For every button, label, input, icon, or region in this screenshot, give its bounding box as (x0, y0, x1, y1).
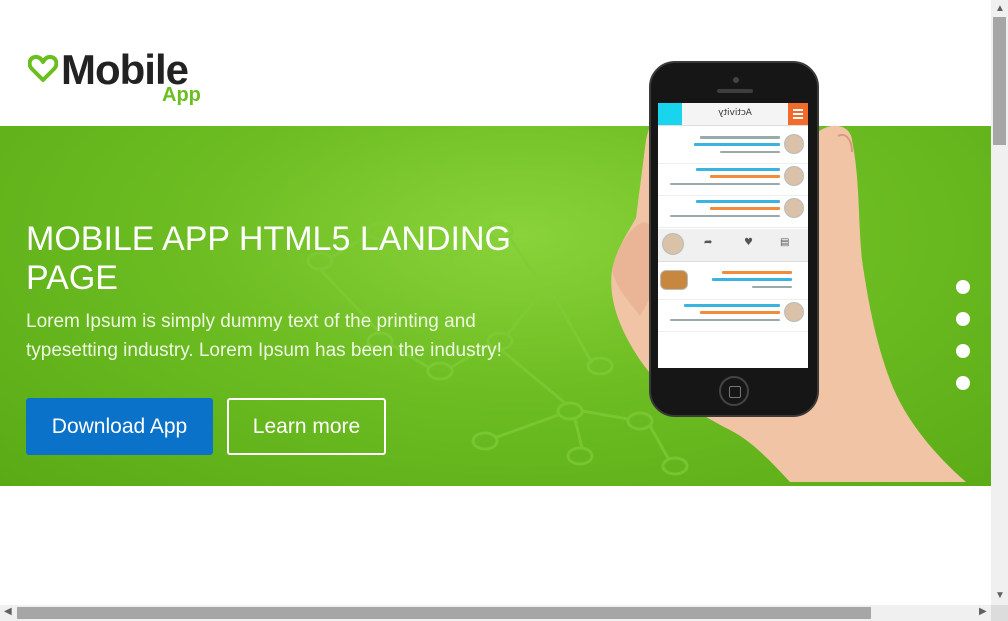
burger-image (660, 270, 688, 290)
phone-home-button (719, 376, 749, 406)
text-line (712, 278, 792, 281)
heart-icon (28, 54, 58, 82)
text-line (670, 215, 780, 217)
scroll-down-icon[interactable]: ▼ (995, 590, 1005, 601)
scrollbar-corner (991, 605, 1008, 621)
text-line (700, 311, 780, 314)
scroll-left-icon[interactable]: ◀ (4, 606, 12, 617)
text-line (710, 207, 780, 210)
text-line (722, 271, 792, 274)
avatar (662, 233, 684, 255)
logo[interactable]: Mobile App (28, 46, 228, 112)
hero-description: Lorem Ipsum is simply dummy text of the … (26, 311, 502, 361)
text-line (694, 143, 780, 146)
text-line (720, 151, 780, 153)
text-line (670, 319, 780, 321)
text-line (670, 183, 780, 185)
menu-icon (788, 103, 808, 125)
text-line (696, 200, 780, 203)
activity-item (658, 295, 808, 332)
vertical-scrollbar[interactable]: ▲ ▼ (991, 0, 1008, 605)
landing-page: Mobile App MOBILE APP HTML5 LANDING PAGE… (0, 0, 991, 605)
comment-icon: ▤ (780, 237, 790, 248)
logo-subtitle: App (162, 84, 201, 106)
phone-app-header: Activity (658, 103, 808, 126)
phone-screen-title: Activity (718, 108, 752, 118)
header-accent (658, 103, 682, 125)
scroll-right-icon[interactable]: ▶ (979, 606, 987, 617)
learn-more-button[interactable]: Learn more (227, 398, 386, 455)
text-line (700, 136, 780, 139)
vertical-scroll-thumb[interactable] (993, 17, 1006, 145)
text-line (696, 168, 780, 171)
avatar (784, 134, 804, 154)
avatar (784, 166, 804, 186)
download-app-button[interactable]: Download App (26, 398, 213, 455)
activity-item (658, 191, 808, 228)
avatar (784, 302, 804, 322)
phone-camera (733, 77, 739, 83)
horizontal-scrollbar[interactable]: ◀ ▶ (0, 605, 991, 621)
share-icon: ➦ (704, 237, 713, 248)
phone-speaker (717, 89, 753, 93)
heart-icon: ♥ (744, 237, 753, 248)
horizontal-scroll-thumb[interactable] (17, 607, 871, 619)
scroll-up-icon[interactable]: ▲ (995, 3, 1005, 14)
text-line (710, 175, 780, 178)
phone-screen: Activity ➦ ♥ ▤ (658, 103, 808, 368)
hero-headline: MOBILE APP HTML5 LANDING PAGE (26, 220, 511, 297)
text-line (752, 286, 792, 288)
text-line (684, 304, 780, 307)
action-bar: ➦ ♥ ▤ (658, 229, 808, 262)
avatar (784, 198, 804, 218)
